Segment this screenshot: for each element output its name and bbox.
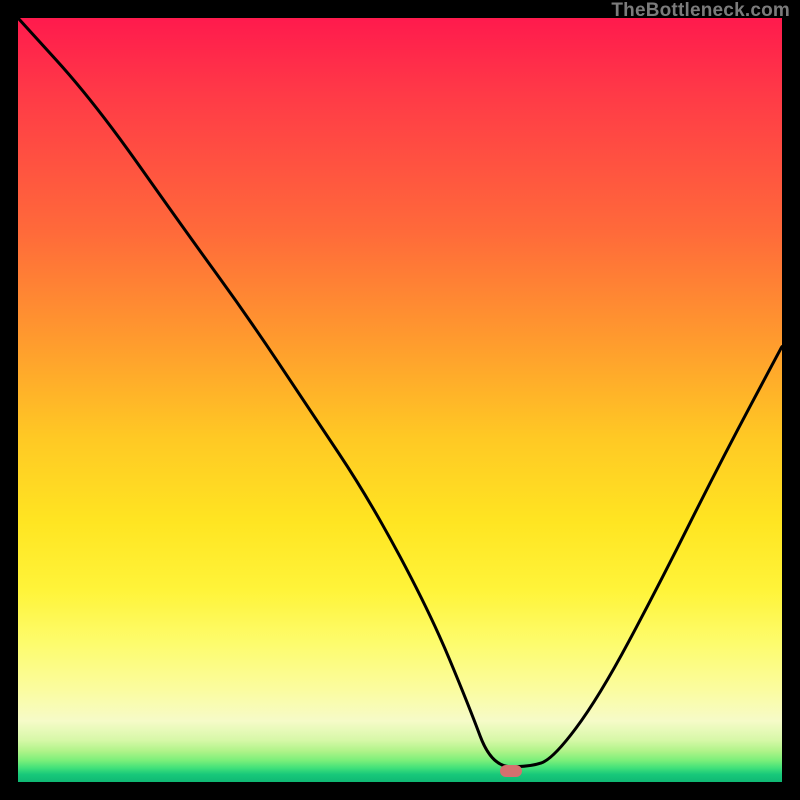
watermark-text: TheBottleneck.com	[611, 0, 790, 22]
plot-area	[18, 18, 782, 782]
optimal-marker	[500, 765, 522, 777]
heat-gradient	[18, 18, 782, 782]
chart-stage: TheBottleneck.com	[0, 0, 800, 800]
